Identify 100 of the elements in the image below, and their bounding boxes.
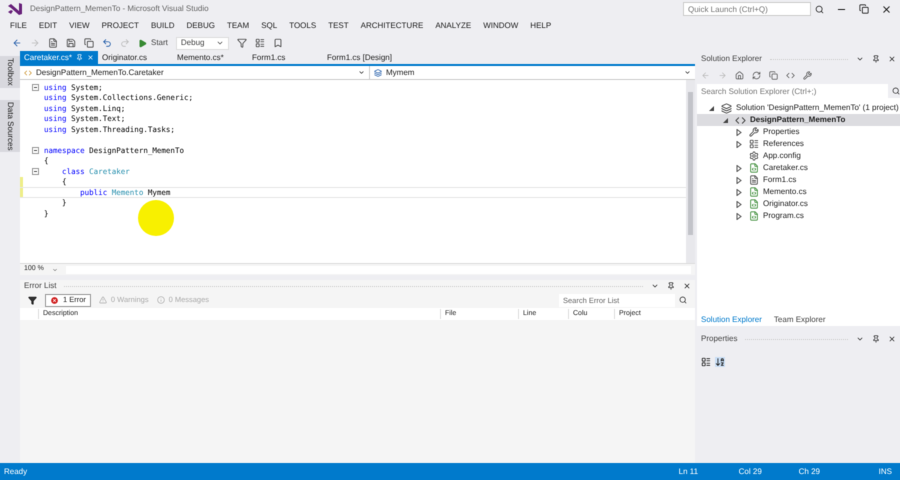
tree-item[interactable]: Solution 'DesignPattern_MemenTo' (1 project) (697, 102, 900, 114)
dropdown-icon[interactable] (651, 282, 659, 290)
tree-item[interactable]: References (697, 138, 900, 150)
tree-item-label: DesignPattern_MemenTo (750, 114, 846, 126)
search-icon[interactable] (679, 296, 687, 304)
column-number: Col 29 (738, 466, 763, 478)
document-tab[interactable]: Form1.cs (248, 51, 324, 64)
undo-icon[interactable] (102, 38, 112, 48)
menu-item[interactable]: DEBUG (180, 20, 221, 32)
menu-item[interactable]: HELP (524, 20, 558, 32)
type-dropdown[interactable]: DesignPattern_MemenTo.Caretaker (20, 66, 370, 79)
code-icon[interactable] (786, 70, 795, 80)
horizontal-scrollbar[interactable] (66, 266, 691, 274)
sort-icon[interactable] (715, 357, 725, 367)
close-icon[interactable] (881, 4, 892, 14)
side-tab[interactable]: Toolbox (0, 56, 20, 88)
window-title: DesignPattern_MemenTo - Microsoft Visual Studio (30, 3, 209, 15)
back-icon[interactable] (12, 38, 22, 48)
member-dropdown[interactable]: Mymem (370, 66, 695, 79)
tree-item[interactable]: DesignPattern_MemenTo (697, 114, 900, 126)
configuration-dropdown[interactable]: Debug (176, 36, 230, 50)
info-icon (156, 296, 165, 304)
menu-item[interactable]: BUILD (144, 20, 180, 32)
tree-item[interactable]: Properties (697, 126, 900, 138)
collapse-icon[interactable] (32, 168, 39, 175)
find-icon[interactable] (237, 38, 248, 48)
menu-item[interactable]: ARCHITECTURE (354, 20, 430, 32)
close-icon[interactable] (683, 282, 691, 290)
bookmark-icon[interactable] (273, 38, 284, 48)
tree-item[interactable]: Form1.cs (697, 174, 900, 186)
start-button[interactable]: Start (138, 37, 168, 49)
char-number: Ch 29 (798, 466, 822, 478)
config-icon (749, 151, 759, 161)
panel-title: Properties (701, 333, 738, 345)
tree-item[interactable]: App.config (697, 150, 900, 162)
chevron-down-icon (52, 266, 58, 272)
solution-icon (721, 102, 732, 114)
close-icon[interactable] (888, 335, 896, 343)
tree-item-label: Memento.cs (763, 186, 807, 198)
code-file-icon (749, 163, 759, 173)
menu-item[interactable]: PROJECT (96, 20, 145, 32)
tree-item[interactable]: Originator.cs (697, 198, 900, 210)
layout-icon[interactable] (255, 38, 266, 48)
panel-title: Error List (24, 280, 56, 292)
vertical-scrollbar[interactable] (686, 80, 695, 263)
tree-item[interactable]: Memento.cs (697, 186, 900, 198)
refresh-icon[interactable] (752, 70, 761, 80)
menu-item[interactable]: TEAM (220, 20, 256, 32)
close-icon[interactable] (888, 55, 896, 63)
pin-icon[interactable] (872, 55, 880, 63)
wrench-icon (749, 127, 759, 137)
quick-launch-field[interactable]: Quick Launch (Ctrl+Q) (683, 2, 811, 16)
collapse-icon[interactable] (32, 146, 39, 154)
menu-item[interactable]: TEST (322, 20, 355, 32)
search-icon[interactable] (815, 4, 824, 14)
pin-icon[interactable] (872, 335, 880, 343)
tree-item-label: Program.cs (763, 210, 804, 222)
class-icon (24, 68, 32, 76)
error-icon (50, 296, 59, 304)
status-text: Ready (4, 466, 28, 478)
warning-icon (98, 296, 107, 304)
document-tab[interactable]: Caretaker.cs* (20, 51, 98, 64)
panel-tab[interactable]: Team Explorer (770, 314, 830, 326)
side-tab[interactable]: Data Sources (0, 100, 20, 152)
wrench-icon[interactable] (803, 70, 812, 80)
new-file-icon[interactable] (48, 38, 58, 48)
document-tab[interactable]: Form1.cs [Design] (323, 51, 398, 64)
tree-item[interactable]: Caretaker.cs (697, 162, 900, 174)
home-icon[interactable] (735, 70, 744, 80)
menu-item[interactable]: WINDOW (477, 20, 524, 32)
restore-icon[interactable] (859, 4, 869, 14)
document-tab[interactable]: Originator.cs (98, 51, 174, 64)
search-solution-field[interactable]: Search Solution Explorer (Ctrl+;) (697, 84, 888, 98)
save-all-icon[interactable] (84, 38, 94, 48)
dropdown-icon[interactable] (856, 55, 864, 63)
document-tab[interactable]: Memento.cs* (173, 51, 248, 64)
pin-icon[interactable] (667, 282, 675, 290)
menu-item[interactable]: TOOLS (283, 20, 322, 32)
panel-title: Solution Explorer (701, 53, 762, 65)
menu-item[interactable]: ANALYZE (429, 20, 478, 32)
panel-tab[interactable]: Solution Explorer (697, 314, 766, 326)
menu-item[interactable]: SQL (255, 20, 284, 32)
project-icon (735, 114, 746, 126)
tree-item[interactable]: Program.cs (697, 210, 900, 222)
tree-item-label: App.config (763, 150, 801, 162)
collapse-icon[interactable] (32, 84, 39, 91)
search-icon[interactable] (892, 87, 900, 95)
close-tab-icon[interactable] (87, 54, 94, 61)
menu-item[interactable]: EDIT (32, 20, 64, 32)
menu-item[interactable]: VIEW (63, 20, 96, 32)
dropdown-icon[interactable] (856, 335, 864, 343)
save-icon[interactable] (66, 38, 76, 48)
categorized-icon[interactable] (701, 357, 711, 367)
filter-icon[interactable] (28, 296, 37, 304)
tree-item-label: Form1.cs (763, 174, 796, 186)
code-file-icon (749, 187, 759, 197)
menu-item[interactable]: FILE (4, 20, 33, 32)
collapse-all-icon[interactable] (769, 70, 778, 80)
references-icon (749, 139, 759, 149)
code-file-icon (749, 211, 759, 221)
